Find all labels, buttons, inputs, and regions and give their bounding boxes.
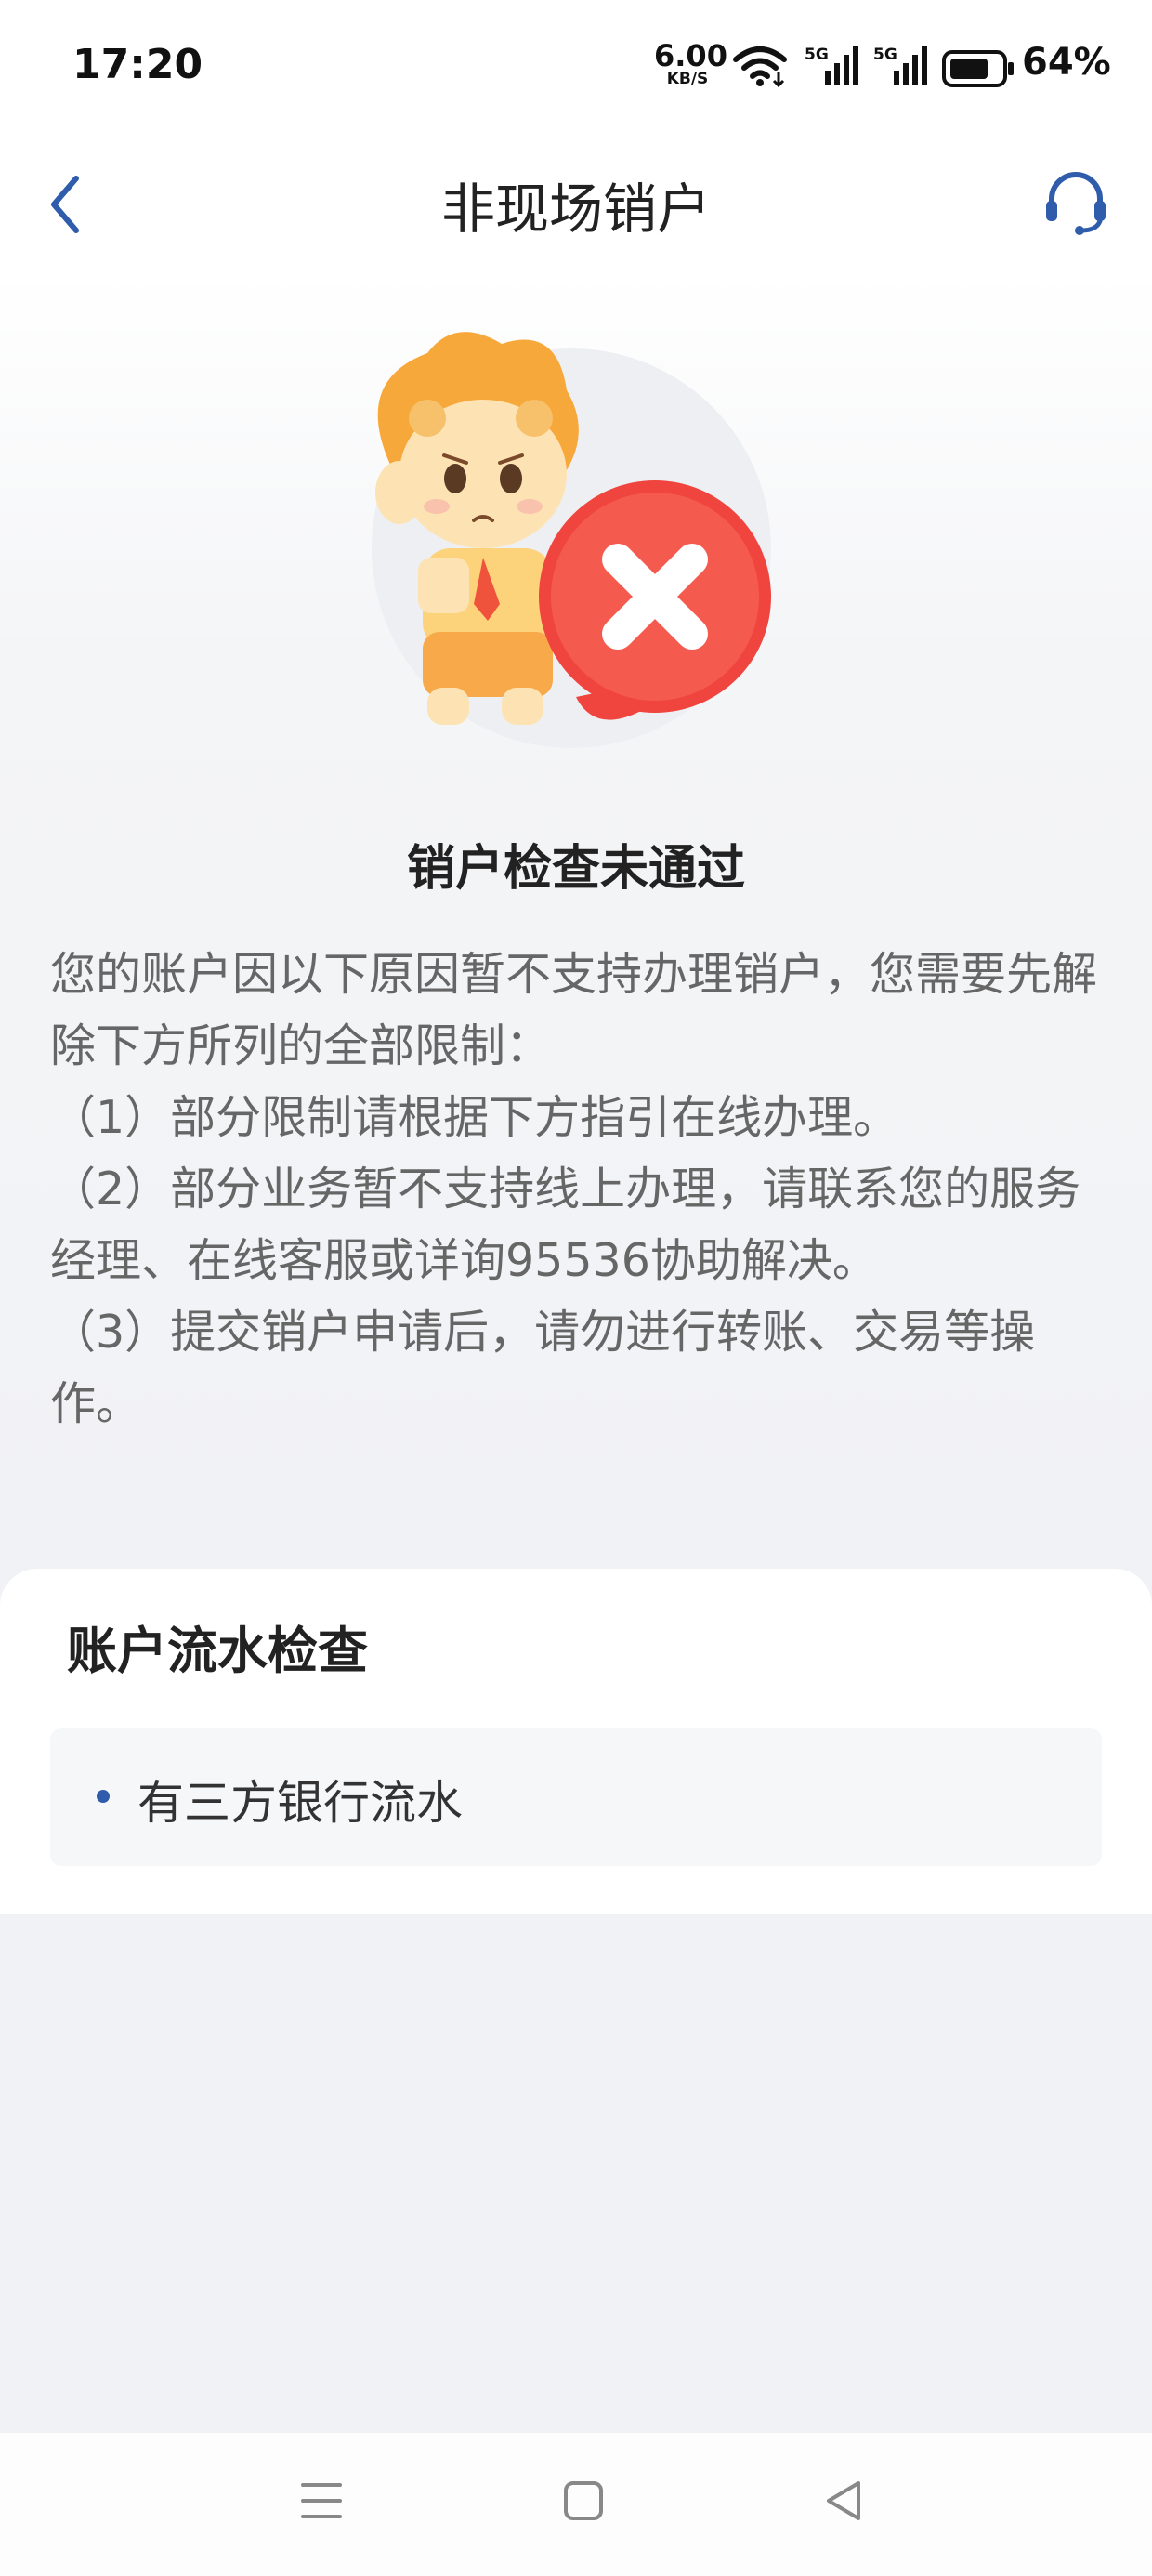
menu-button[interactable] (299, 2477, 344, 2528)
notice-line: （3）提交销户申请后，请勿进行转账、交易等操作。 (50, 1306, 1036, 1430)
status-bar: 17:20 6.00 KB/S 5G 5G 64% (0, 0, 1152, 139)
headset-icon (1046, 172, 1106, 235)
network-speed-value: 6.00 (654, 38, 727, 73)
list-item-text: 有三方银行流水 (137, 1776, 463, 1830)
battery-icon (942, 50, 1014, 87)
notice-text: 您的账户因以下原因暂不支持办理销户，您需要先解除下方所列的全部限制： （1）部分… (50, 939, 1109, 1439)
page-title: 非现场销户 (440, 177, 711, 241)
check-failed-illustration (372, 332, 771, 748)
account-flow-check-card: 账户流水检查 有三方银行流水 (0, 1569, 1152, 1914)
signal-5g-icon-1: 5G (805, 43, 860, 91)
signal-label-2: 5G (873, 46, 897, 64)
home-button[interactable] (561, 2477, 606, 2528)
signal-5g-icon-2: 5G (873, 43, 929, 91)
back-nav-button[interactable] (821, 2477, 866, 2528)
menu-icon (301, 2483, 342, 2518)
card-title: 账户流水检查 (67, 1622, 368, 1680)
triangle-back-icon (827, 2481, 860, 2520)
square-home-icon (564, 2481, 603, 2520)
signal-label-1: 5G (805, 46, 829, 64)
battery-percentage: 64% (1022, 41, 1111, 84)
notice-line: （2）部分业务暂不支持线上办理，请联系您的服务经理、在线客服或详询95536协助… (50, 1163, 1081, 1287)
notice-line: 您的账户因以下原因暂不支持办理销户，您需要先解除下方所列的全部限制： (50, 948, 1098, 1072)
notice-line: （1）部分限制请根据下方指引在线办理。 (50, 1091, 899, 1144)
network-speed: 6.00 KB/S (654, 38, 727, 87)
status-time: 17:20 (72, 41, 203, 88)
wifi-icon (733, 46, 787, 87)
list-item: 有三方银行流水 (50, 1728, 1102, 1866)
bullet-dot-icon (97, 1790, 110, 1803)
customer-service-button[interactable] (1039, 165, 1113, 240)
result-title: 销户检查未通过 (406, 841, 745, 897)
system-navigation-bar (0, 2433, 1152, 2576)
